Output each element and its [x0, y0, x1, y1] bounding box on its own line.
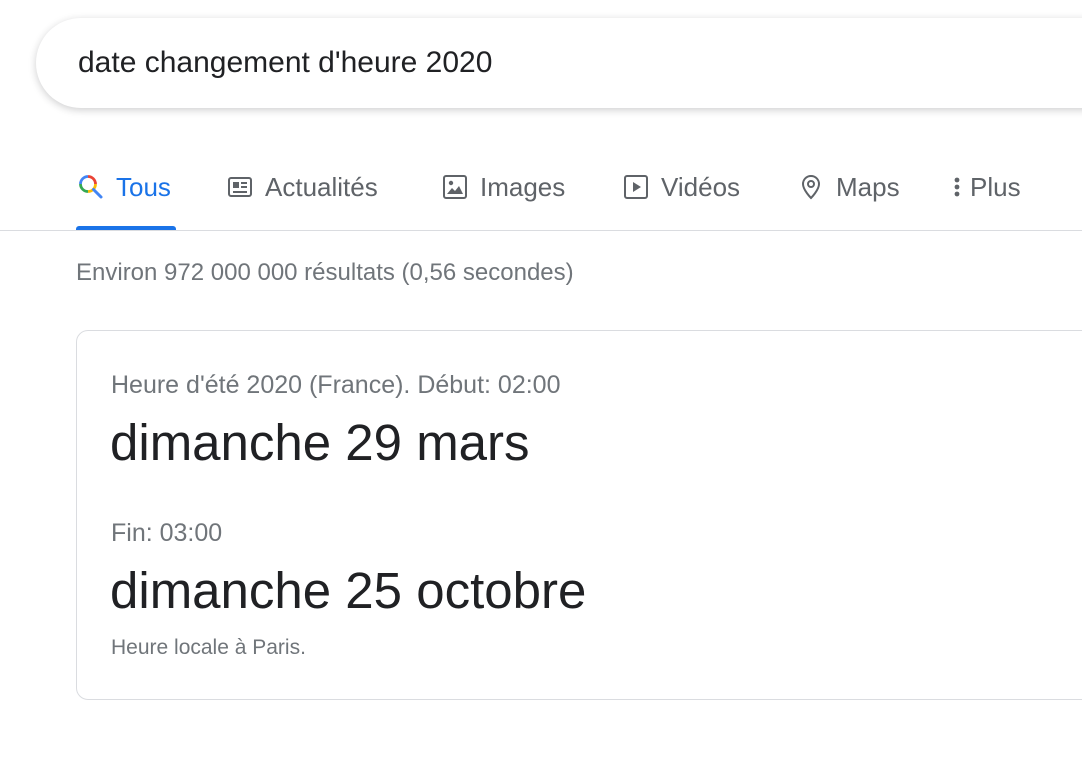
map-pin-icon: [796, 172, 826, 202]
tab-label: Tous: [116, 171, 171, 202]
image-icon: [440, 172, 470, 202]
search-icon: [76, 172, 106, 202]
more-vert-icon: [950, 172, 964, 202]
tab-actualites[interactable]: Actualités: [225, 167, 378, 207]
tabs-divider: [0, 230, 1082, 231]
tab-label: Maps: [836, 171, 900, 202]
timezone-note: Heure locale à Paris.: [111, 636, 306, 659]
news-icon: [225, 172, 255, 202]
tab-label: Actualités: [265, 171, 378, 202]
tab-label: Vidéos: [661, 171, 741, 202]
search-input[interactable]: date changement d'heure 2020: [78, 44, 492, 82]
tab-videos[interactable]: Vidéos: [621, 167, 740, 207]
result-stats: Environ 972 000 000 résultats (0,56 seco…: [76, 259, 574, 286]
dst-start-label: Heure d'été 2020 (France). Début: 02:00: [111, 371, 561, 399]
search-box[interactable]: date changement d'heure 2020: [36, 18, 1082, 108]
search-tabs: Tous Actualités Images Vidéos Maps Plus: [0, 150, 1082, 231]
search-results-page: date changement d'heure 2020 Tous Actual…: [0, 0, 1082, 770]
tab-plus[interactable]: Plus: [950, 167, 1021, 207]
dst-start-date: dimanche 29 mars: [110, 414, 530, 471]
dst-end-label: Fin: 03:00: [111, 519, 223, 547]
video-play-icon: [621, 172, 651, 202]
tab-tous[interactable]: Tous: [76, 167, 171, 207]
tab-label: Images: [480, 171, 566, 202]
tab-images[interactable]: Images: [440, 167, 565, 207]
answer-card: Heure d'été 2020 (France). Début: 02:00 …: [76, 330, 1082, 700]
tab-label: Plus: [970, 171, 1021, 202]
dst-end-date: dimanche 25 octobre: [110, 562, 587, 619]
tab-maps[interactable]: Maps: [796, 167, 900, 207]
